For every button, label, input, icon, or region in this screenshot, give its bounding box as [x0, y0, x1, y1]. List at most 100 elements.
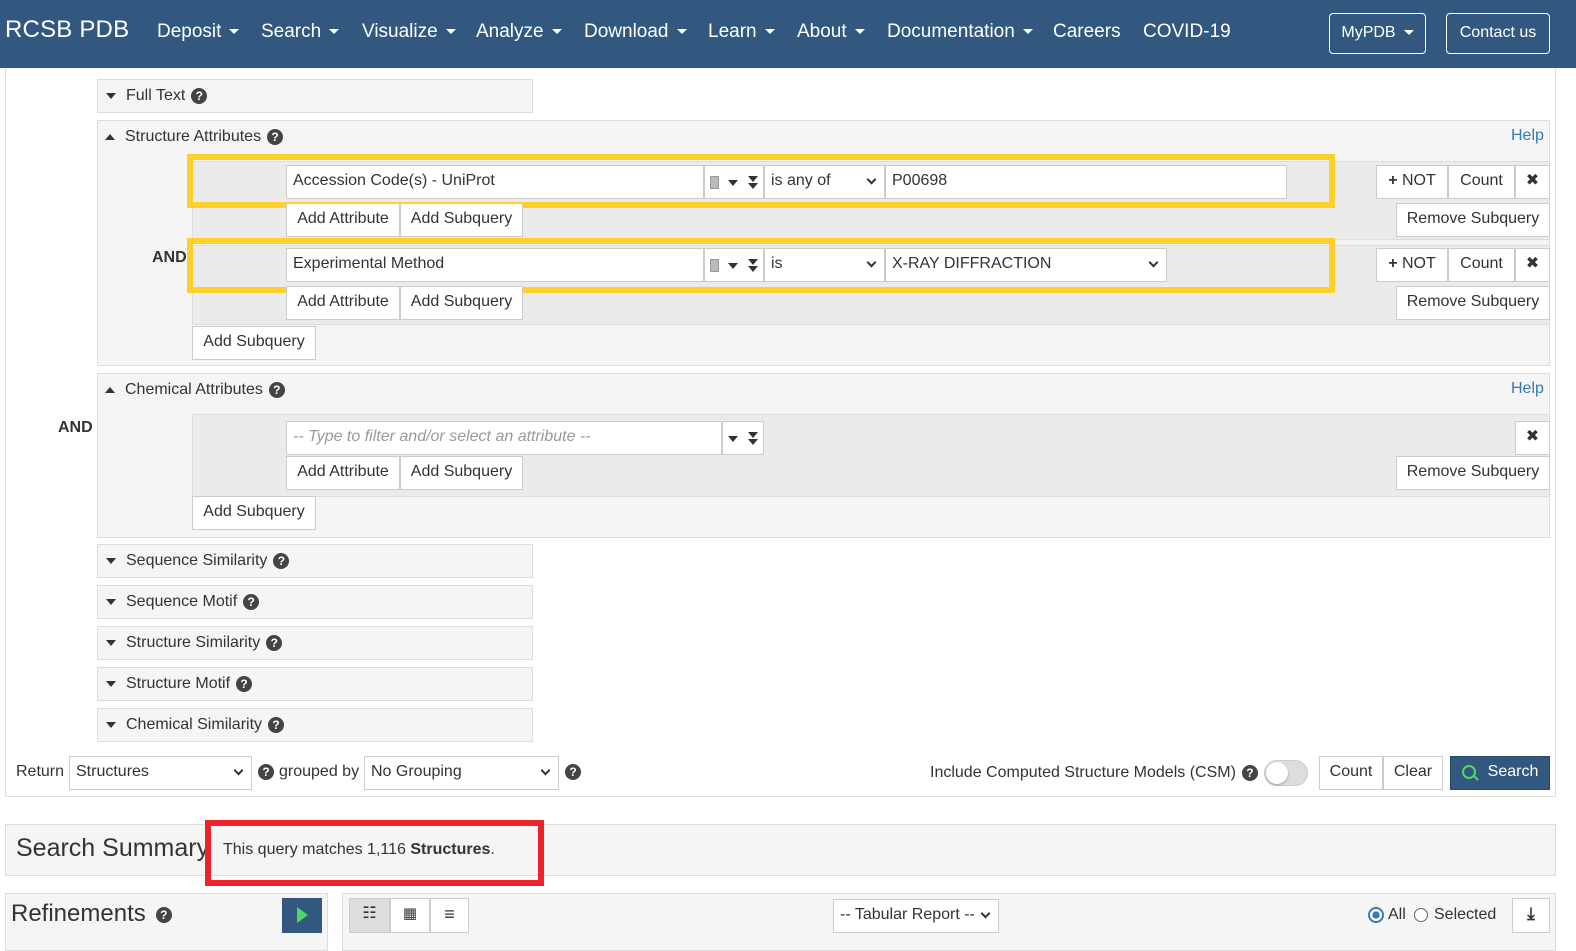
- grouped-by-text: grouped by: [279, 763, 360, 780]
- help-icon[interactable]: ?: [243, 593, 260, 610]
- help-icon[interactable]: ?: [266, 634, 283, 651]
- caret-down-icon: [676, 29, 687, 35]
- caret-down-icon: [854, 29, 865, 35]
- dropdown-icon[interactable]: [728, 436, 738, 442]
- list-view-icon: ☷: [362, 905, 377, 922]
- help-icon[interactable]: ?: [191, 87, 208, 104]
- return-type-select[interactable]: Structures: [69, 756, 252, 790]
- help-icon[interactable]: ?: [268, 381, 285, 398]
- nav-about[interactable]: About: [797, 21, 865, 43]
- close-icon: ✖: [1525, 428, 1540, 445]
- group-sequence-similarity[interactable]: Sequence Similarity?: [97, 544, 533, 578]
- report-value: -- Tabular Report --: [840, 906, 975, 923]
- group-full-text[interactable]: Full Text?: [97, 79, 533, 113]
- report-select[interactable]: -- Tabular Report --: [833, 899, 999, 933]
- add-subquery-chemical-button[interactable]: Add Subquery: [192, 496, 316, 530]
- triangle-down-icon: [106, 92, 116, 99]
- remove-row-1[interactable]: ✖: [1515, 165, 1550, 199]
- count-button-1[interactable]: Count: [1448, 165, 1515, 199]
- triangle-up-icon: [105, 386, 115, 393]
- add-subquery-button-3[interactable]: Add Subquery: [400, 456, 523, 490]
- nav-download[interactable]: Download: [584, 21, 687, 43]
- structure-help-link[interactable]: Help: [1511, 127, 1544, 145]
- help-icon[interactable]: ?: [273, 552, 290, 569]
- add-attribute-button-2[interactable]: Add Attribute: [286, 286, 400, 320]
- expand-all-icon[interactable]: [748, 432, 758, 438]
- group-structure-attributes[interactable]: Structure Attributes?: [105, 127, 284, 147]
- select-selected-radio[interactable]: Selected: [1414, 906, 1496, 924]
- nav-analyze[interactable]: Analyze: [476, 21, 562, 43]
- nav-documentation[interactable]: Documentation: [887, 21, 1033, 43]
- nav-label: Analyze: [476, 21, 544, 42]
- all-label: All: [1388, 906, 1406, 923]
- radio-unchecked-icon: [1414, 907, 1428, 922]
- refinements-text: Refinements: [11, 900, 146, 927]
- and-operator-label[interactable]: AND: [152, 249, 187, 267]
- list-view-button[interactable]: ☷: [349, 898, 390, 933]
- csm-label: Include Computed Structure Models (CSM)?: [930, 764, 1258, 782]
- help-icon[interactable]: ?: [268, 716, 285, 733]
- not-button-1[interactable]: + NOT: [1376, 165, 1448, 199]
- csm-toggle[interactable]: [1264, 760, 1308, 786]
- help-icon[interactable]: ?: [267, 128, 284, 145]
- grouping-select[interactable]: No Grouping: [364, 756, 559, 790]
- remove-chemical-row[interactable]: ✖: [1515, 421, 1550, 455]
- help-icon[interactable]: ?: [258, 763, 274, 780]
- add-attribute-button-3[interactable]: Add Attribute: [286, 456, 400, 490]
- remove-subquery-button-2[interactable]: Remove Subquery: [1396, 286, 1550, 320]
- remove-subquery-button-1[interactable]: Remove Subquery: [1396, 203, 1550, 237]
- help-icon[interactable]: ?: [155, 906, 172, 923]
- add-subquery-button-2[interactable]: Add Subquery: [400, 286, 523, 320]
- add-subquery-group-button[interactable]: Add Subquery: [192, 326, 316, 360]
- plus-icon: +: [1388, 255, 1398, 272]
- highlight-box-uniprot: [187, 154, 1335, 208]
- group-title: Chemical Attributes: [125, 381, 263, 398]
- remove-subquery-button-3[interactable]: Remove Subquery: [1396, 456, 1550, 490]
- help-icon[interactable]: ?: [565, 763, 581, 780]
- nav-visualize[interactable]: Visualize: [362, 21, 456, 43]
- search-button[interactable]: Search: [1450, 756, 1550, 790]
- and-group-operator-label[interactable]: AND: [58, 419, 93, 437]
- nav-careers[interactable]: Careers: [1053, 21, 1121, 43]
- toggle-knob: [1266, 762, 1288, 784]
- group-title: Sequence Motif: [126, 593, 238, 610]
- group-chemical-attributes[interactable]: Chemical Attributes?: [105, 380, 285, 400]
- chevron-down-icon: [540, 765, 551, 776]
- return-label: Return: [16, 763, 65, 780]
- group-structure-similarity[interactable]: Structure Similarity?: [97, 626, 533, 660]
- grid-view-button[interactable]: ▦: [390, 898, 430, 933]
- remove-row-2[interactable]: ✖: [1515, 248, 1550, 282]
- nav-covid19[interactable]: COVID-19: [1143, 21, 1231, 43]
- triangle-down-icon: [106, 557, 116, 564]
- nav-search[interactable]: Search: [261, 21, 340, 43]
- download-button[interactable]: ⤓: [1512, 898, 1550, 933]
- add-attribute-button-1[interactable]: Add Attribute: [286, 203, 400, 237]
- group-sequence-motif[interactable]: Sequence Motif?: [97, 585, 533, 619]
- contact-us-button[interactable]: Contact us: [1446, 13, 1550, 54]
- grouping-value: No Grouping: [371, 763, 462, 780]
- group-structure-motif[interactable]: Structure Motif?: [97, 667, 533, 701]
- search-summary-title: Search Summary: [16, 834, 210, 862]
- clear-button[interactable]: Clear: [1383, 756, 1443, 790]
- help-icon[interactable]: ?: [236, 675, 253, 692]
- brand-logo[interactable]: RCSB PDB: [5, 16, 129, 44]
- group-title: Chemical Similarity: [126, 716, 263, 733]
- help-icon[interactable]: ?: [1241, 764, 1258, 781]
- nav-learn[interactable]: Learn: [708, 21, 775, 43]
- not-button-2[interactable]: + NOT: [1376, 248, 1448, 282]
- count-button[interactable]: Count: [1319, 756, 1383, 790]
- add-subquery-button-1[interactable]: Add Subquery: [400, 203, 523, 237]
- compact-view-button[interactable]: ≡: [430, 898, 469, 933]
- nav-deposit[interactable]: Deposit: [157, 21, 240, 43]
- grouping-help-icon[interactable]: ?: [565, 763, 581, 781]
- chemical-attribute-input[interactable]: -- Type to filter and/or select an attri…: [286, 421, 722, 455]
- count-button-2[interactable]: Count: [1448, 248, 1515, 282]
- group-chemical-similarity[interactable]: Chemical Similarity?: [97, 708, 533, 742]
- mypdb-button[interactable]: MyPDB: [1329, 13, 1426, 54]
- triangle-down-icon: [106, 680, 116, 687]
- chevron-down-icon: [980, 908, 991, 919]
- compact-list-icon: ≡: [444, 904, 455, 924]
- select-all-radio[interactable]: All: [1368, 906, 1406, 924]
- play-refinements-button[interactable]: [282, 898, 322, 933]
- chemical-help-link[interactable]: Help: [1511, 380, 1544, 398]
